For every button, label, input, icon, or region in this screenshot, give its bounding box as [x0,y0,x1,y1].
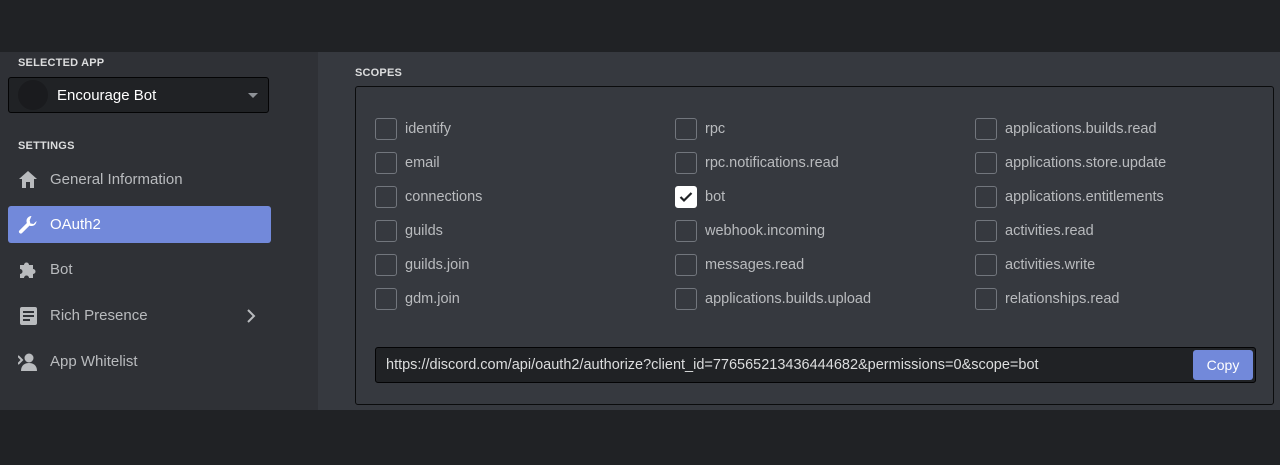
top-band [0,0,1280,52]
checkbox[interactable] [975,288,997,310]
checkbox[interactable] [375,288,397,310]
checkbox[interactable] [375,186,397,208]
checkbox[interactable] [675,288,697,310]
oauth-url-field[interactable]: https://discord.com/api/oauth2/authorize… [375,347,1256,383]
scopes-box: identify email connections guilds guilds… [355,86,1274,405]
scope-label: applications.builds.upload [705,291,872,307]
sidebar-item-label: OAuth2 [50,216,101,233]
checkbox[interactable] [975,118,997,140]
checkbox[interactable] [675,254,697,276]
scope-identify[interactable]: identify [375,117,451,141]
checkbox-checked[interactable] [675,186,697,208]
checkbox[interactable] [675,220,697,242]
checkbox[interactable] [375,220,397,242]
scope-label: applications.builds.read [1005,121,1157,137]
sidebar-item-app-whitelist[interactable]: App Whitelist [8,343,271,380]
sidebar-item-label: Rich Presence [50,307,148,324]
scope-applications-entitlements[interactable]: applications.entitlements [975,185,1164,209]
scope-activities-write[interactable]: activities.write [975,253,1095,277]
checkbox[interactable] [975,254,997,276]
user-icon [18,352,38,372]
settings-label: SETTINGS [18,140,75,152]
scope-webhook-incoming[interactable]: webhook.incoming [675,219,825,243]
copy-button[interactable]: Copy [1193,350,1253,380]
scope-label: relationships.read [1005,291,1120,307]
sidebar-item-label: Bot [50,261,73,278]
checkbox[interactable] [975,186,997,208]
scope-label: activities.write [1005,257,1096,273]
avatar [18,80,48,110]
scope-guilds[interactable]: guilds [375,219,443,243]
chevron-right-icon [243,308,259,324]
scope-gdm-join[interactable]: gdm.join [375,287,460,311]
bottom-band [0,410,1280,465]
checkbox[interactable] [375,152,397,174]
scope-label: rpc [705,121,726,137]
scope-connections[interactable]: connections [375,185,482,209]
scope-bot[interactable]: bot [675,185,725,209]
scope-guilds-join[interactable]: guilds.join [375,253,470,277]
sidebar-item-bot[interactable]: Bot [8,251,271,288]
sidebar-item-oauth2[interactable]: OAuth2 [8,206,271,243]
scope-applications-builds-read[interactable]: applications.builds.read [975,117,1157,141]
chevron-down-icon [248,92,258,98]
scope-email[interactable]: email [375,151,440,175]
sidebar-item-label: App Whitelist [50,353,138,370]
scope-label: bot [705,189,726,205]
checkbox[interactable] [975,220,997,242]
checkbox[interactable] [675,118,697,140]
scopes-label: SCOPES [355,67,403,79]
sidebar-item-rich-presence[interactable]: Rich Presence [8,297,271,334]
scope-label: guilds [405,223,443,239]
sidebar: SELECTED APP Encourage Bot SETTINGS Gene… [0,52,318,410]
checkbox[interactable] [675,152,697,174]
scope-label: email [405,155,440,171]
scope-label: applications.entitlements [1005,189,1164,205]
selected-app-label: SELECTED APP [18,57,105,69]
scope-label: messages.read [705,257,805,273]
scope-applications-builds-upload[interactable]: applications.builds.upload [675,287,871,311]
oauth-url[interactable]: https://discord.com/api/oauth2/authorize… [386,357,1193,373]
main-panel: SCOPES identify email connections guilds… [318,52,1280,410]
checkmark-icon [679,192,693,203]
scope-rpc[interactable]: rpc [675,117,725,141]
scope-applications-store-update[interactable]: applications.store.update [975,151,1166,175]
checkbox[interactable] [375,254,397,276]
scope-activities-read[interactable]: activities.read [975,219,1094,243]
sidebar-item-general-information[interactable]: General Information [8,161,271,198]
scope-label: webhook.incoming [705,223,826,239]
scope-label: identify [405,121,451,137]
wrench-icon [18,215,38,235]
scope-relationships-read[interactable]: relationships.read [975,287,1119,311]
home-icon [18,170,38,190]
sidebar-item-label: General Information [50,171,183,188]
app-selector[interactable]: Encourage Bot [8,77,269,113]
scope-rpc-notifications-read[interactable]: rpc.notifications.read [675,151,839,175]
app-name: Encourage Bot [57,86,157,104]
puzzle-icon [18,260,38,280]
scope-label: activities.read [1005,223,1094,239]
checkbox[interactable] [375,118,397,140]
scope-label: guilds.join [405,257,470,273]
scope-label: rpc.notifications.read [705,155,839,171]
scope-label: gdm.join [405,291,460,307]
document-icon [18,306,38,326]
scope-label: applications.store.update [1005,155,1167,171]
scope-label: connections [405,189,483,205]
scope-messages-read[interactable]: messages.read [675,253,804,277]
checkbox[interactable] [975,152,997,174]
